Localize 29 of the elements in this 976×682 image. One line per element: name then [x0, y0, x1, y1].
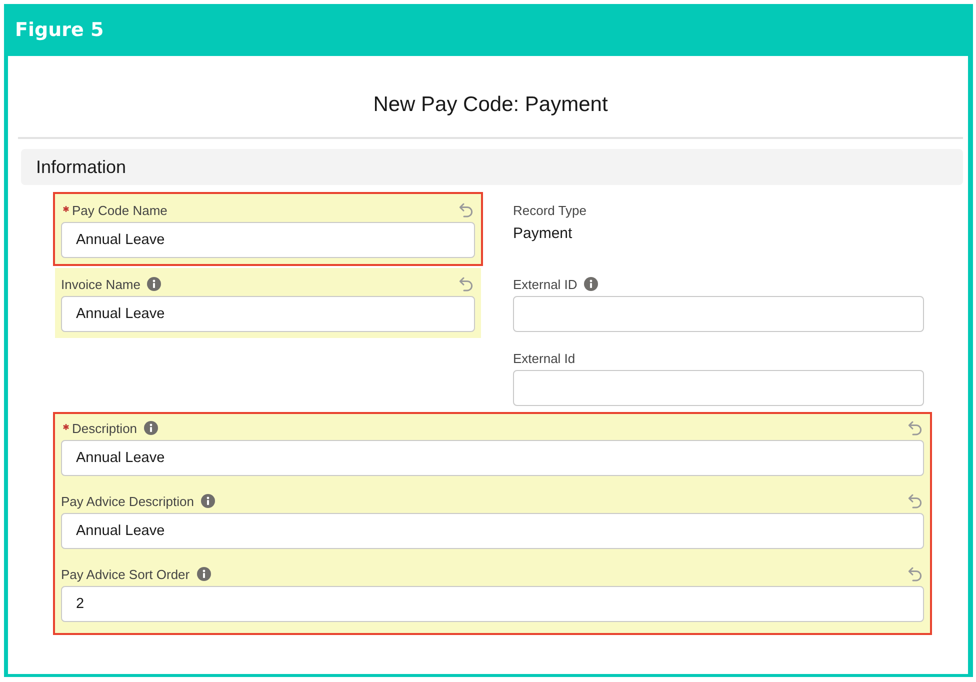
info-icon[interactable] [147, 277, 162, 291]
field-label: Invoice Name [61, 276, 140, 292]
section-header: Information [21, 149, 963, 185]
text-field[interactable]: Annual Leave [61, 296, 475, 332]
info-icon[interactable] [584, 277, 598, 291]
page-title: New Pay Code: Payment [373, 93, 608, 116]
field-label: Pay Code Name [72, 202, 168, 218]
text-field[interactable]: Annual Leave [61, 513, 924, 549]
text-field[interactable] [513, 370, 924, 406]
field-label: External Id [513, 350, 576, 366]
text-field[interactable]: Annual Leave [61, 440, 924, 476]
field-value: Payment [513, 225, 572, 242]
undo-icon[interactable] [459, 276, 473, 292]
undo-icon[interactable] [908, 494, 922, 508]
field-label: Record Type [513, 202, 586, 218]
field-label: External ID [513, 276, 578, 292]
info-icon[interactable] [200, 494, 215, 508]
undo-icon[interactable] [908, 566, 922, 582]
figure-title: Figure 5 [15, 19, 104, 41]
info-icon[interactable] [144, 421, 158, 435]
undo-icon[interactable] [459, 202, 473, 218]
info-icon[interactable] [196, 567, 211, 581]
text-field[interactable]: Annual Leave [61, 222, 475, 258]
text-field[interactable] [513, 296, 924, 332]
undo-icon[interactable] [908, 420, 922, 436]
field-label: Pay Advice Description [61, 494, 194, 508]
field-label: Pay Advice Sort Order [61, 566, 190, 582]
field-label: Description [72, 420, 138, 436]
text-field[interactable]: 2 [61, 586, 924, 622]
